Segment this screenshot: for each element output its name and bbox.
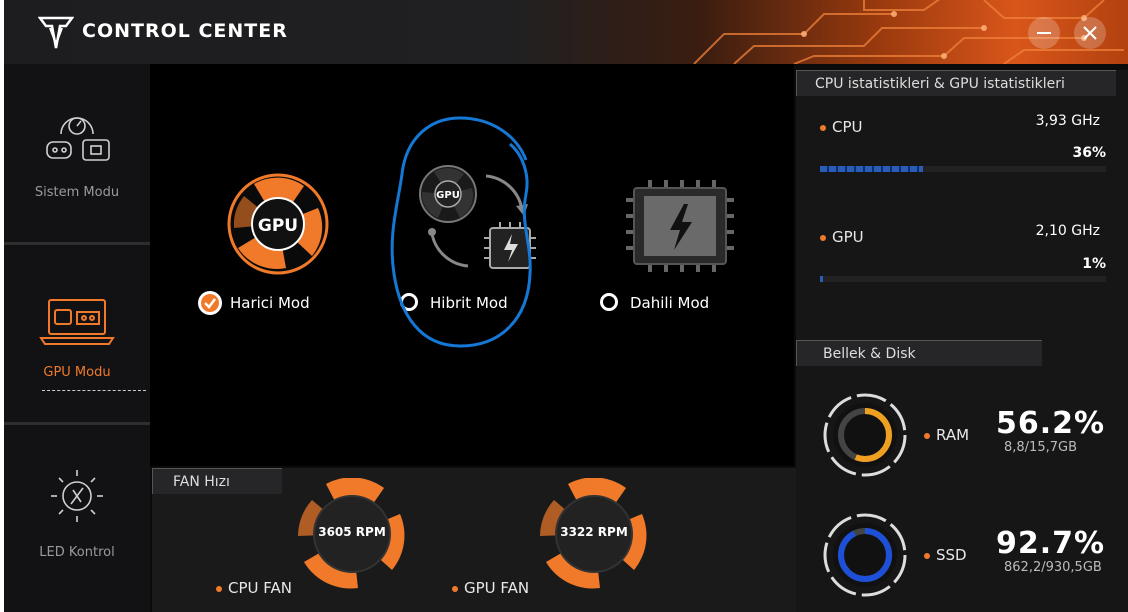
gpu-badge-text: GPU [258,216,298,236]
ssd-ring-gauge-icon [823,513,907,597]
sidebar-divider [4,422,150,425]
gpu-fan-rpm: 3322 RPM [560,525,628,539]
stats-panel-title: CPU istatistikleri & GPU istatistikleri [796,70,1116,96]
bullet-icon [820,124,826,131]
cpu-stat-label: CPU [820,118,863,136]
gpu-usage-bar-fill [820,276,823,282]
harici-mod-label[interactable]: Harici Mod [230,294,310,312]
sidebar-item-label: GPU Modu [43,365,111,380]
bullet-icon [820,234,826,241]
ram-label: RAM [924,426,969,444]
gpu-mode-icon [39,299,115,345]
led-icon [51,470,103,522]
sidebar-divider [4,242,150,245]
bullet-icon [452,585,458,592]
ram-percent: 56.2% [996,406,1106,441]
sidebar-item-led-control[interactable] [4,434,150,584]
ssd-detail: 862,2/930,5GB [1004,560,1102,575]
sidebar-item-label: LED Kontrol [39,545,115,560]
gpu-mode-panel: GPU Harici Mod GPU Hibrit Mod Dahili Mod [150,64,794,466]
gpu-usage-bar [820,276,1106,282]
ram-ring-gauge-icon [823,393,907,477]
close-button[interactable] [1074,17,1106,49]
sidebar-item-system-mode[interactable] [4,84,150,234]
active-underline [42,390,146,391]
ssd-percent: 92.7% [996,526,1106,561]
cpu-usage-percent: 36% [1072,145,1106,161]
bullet-icon [924,432,930,439]
cpu-fan-label: CPU FAN [216,579,292,597]
ram-detail: 8,8/15,7GB [1004,440,1077,455]
cpu-usage-bar [820,166,1106,172]
stats-panel: CPU istatistikleri & GPU istatistikleri … [796,70,1128,612]
fan-panel-title: FAN Hızı [152,468,282,494]
bullet-icon [216,585,222,592]
memory-panel-title: Bellek & Disk [796,340,1042,366]
gpu-frequency: 2,10 GHz [1035,223,1100,239]
minimize-icon [1037,32,1051,34]
gpu-fan-icon[interactable]: GPU [226,172,330,276]
gpu-stat-label: GPU [820,228,864,246]
minimize-button[interactable] [1028,17,1060,49]
ssd-label: SSD [924,546,967,564]
harici-mod-radio[interactable] [198,291,222,315]
close-icon [1083,26,1097,40]
sidebar: Sistem Modu GPU Modu LED Kontrol [4,64,150,612]
checkmark-icon [201,294,219,312]
gpu-usage-percent: 1% [1082,256,1106,272]
system-mode-icon [46,117,110,161]
bullet-icon [924,552,930,559]
title-bar: CONTROL CENTER [4,0,1128,64]
gpu-fan-label: GPU FAN [452,579,529,597]
brand-logo-icon [38,16,74,49]
sidebar-item-label: Sistem Modu [34,185,120,200]
control-center-window: CONTROL CENTER Sistem Modu GPU Modu LED … [4,0,1128,612]
dahili-mod-label[interactable]: Dahili Mod [630,294,709,312]
hybrid-icon[interactable]: GPU [416,162,540,280]
cpu-fan-rpm: 3605 RPM [318,525,386,539]
app-title: CONTROL CENTER [82,20,288,42]
hibrit-mod-radio[interactable] [400,293,418,311]
cpu-frequency: 3,93 GHz [1035,113,1100,129]
dahili-mod-radio[interactable] [600,293,618,311]
hibrit-mod-label[interactable]: Hibrit Mod [430,294,508,312]
fan-speed-panel: FAN Hızı 3605 RPM CPU FAN 3322 RPM GPU F… [152,468,796,612]
chip-icon[interactable] [620,164,740,284]
cpu-usage-bar-fill [820,166,923,172]
svg-text:GPU: GPU [436,190,460,201]
